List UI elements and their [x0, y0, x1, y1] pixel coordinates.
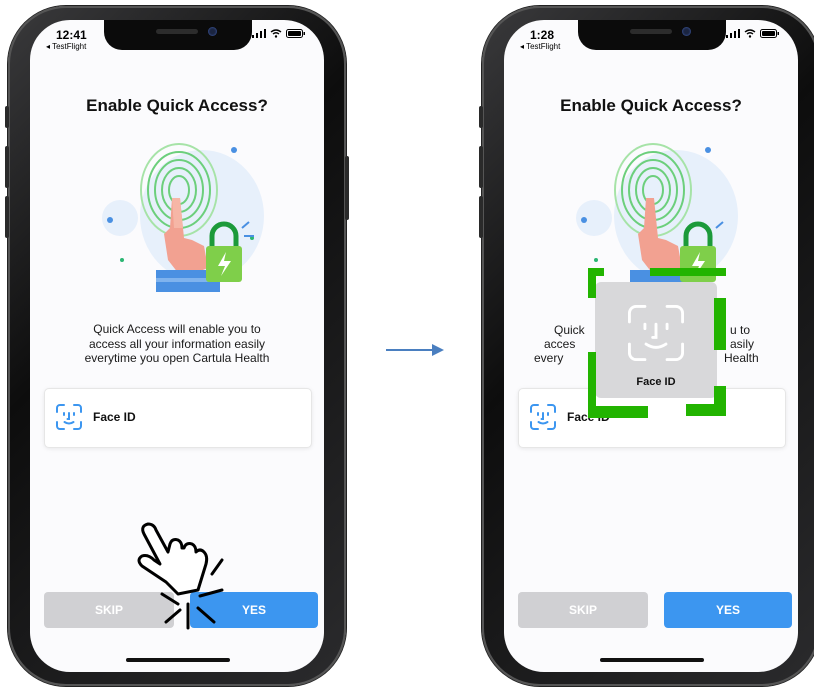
skip-button[interactable]: SKIP — [518, 592, 648, 628]
face-id-system-prompt: Face ID — [595, 282, 717, 398]
battery-icon — [286, 29, 305, 38]
battery-icon — [760, 29, 779, 38]
fingerprint-lock-illustration — [102, 143, 264, 292]
back-to-testflight[interactable]: ◂ TestFlight — [520, 42, 560, 51]
signal-icon — [726, 29, 740, 38]
face-id-option[interactable]: Face ID — [44, 388, 312, 448]
yes-button[interactable]: YES — [664, 592, 792, 628]
face-id-icon — [627, 304, 685, 362]
description-fragment: u to — [730, 323, 751, 337]
back-to-testflight[interactable]: ◂ TestFlight — [46, 42, 86, 51]
description-line: access all your information easily — [88, 336, 266, 351]
signal-icon — [252, 29, 266, 38]
face-id-prompt-label: Face ID — [636, 376, 676, 388]
description-fragment: asily — [730, 337, 755, 351]
status-time: 12:41 — [56, 28, 87, 42]
description-fragment: acces — [544, 337, 576, 351]
status-icons — [252, 29, 306, 38]
page-title: Enable Quick Access? — [560, 96, 742, 115]
status-icons — [726, 29, 780, 38]
description-fragment: Quick — [554, 323, 585, 337]
notch — [104, 20, 252, 50]
description-line: Quick Access will enable you to — [93, 322, 261, 336]
wifi-icon — [744, 29, 756, 38]
tap-hand-icon — [137, 522, 224, 630]
wifi-icon — [270, 29, 282, 38]
description-fragment: every — [534, 351, 564, 365]
description-line: everytime you open Cartula Health — [84, 351, 270, 365]
face-id-label: Face ID — [93, 410, 136, 424]
status-time: 1:28 — [530, 28, 555, 42]
description-fragment: Health — [724, 351, 759, 365]
home-indicator — [126, 658, 230, 662]
home-indicator — [600, 658, 704, 662]
page-title: Enable Quick Access? — [86, 96, 268, 115]
arrow-right-icon — [386, 344, 444, 356]
face-id-icon — [56, 404, 82, 430]
notch — [578, 20, 726, 50]
description: Quick Access will enable you to access a… — [60, 322, 294, 366]
face-id-icon — [530, 404, 556, 430]
